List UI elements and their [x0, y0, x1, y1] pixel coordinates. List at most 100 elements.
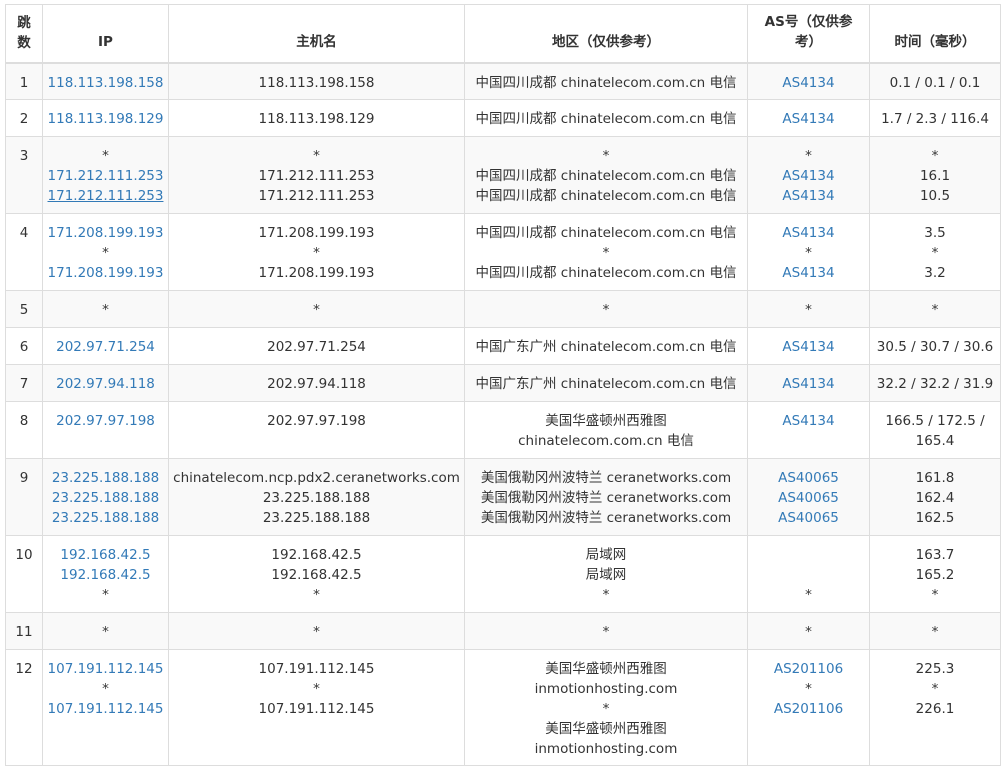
ip-link[interactable]: 23.225.188.188: [43, 488, 168, 508]
time-cell: * 16.1 10.5: [869, 136, 1001, 214]
table-row: 5 * * * * *: [5, 290, 1001, 328]
time-text: *: [931, 587, 939, 603]
as-text: *: [805, 624, 812, 640]
ip-link[interactable]: 23.225.188.188: [43, 508, 168, 528]
region-text: 中国广东广州 chinatelecom.com.cn 电信: [475, 376, 737, 392]
region-text: *: [602, 701, 610, 717]
ip-cell: 202.97.94.118: [42, 364, 169, 402]
hop-cell: 3: [5, 136, 43, 214]
region-text: chinatelecom.com.cn 电信: [518, 433, 694, 449]
as-link[interactable]: AS40065: [748, 468, 869, 488]
hop-cell: 5: [5, 290, 43, 328]
region-text: 美国俄勒冈州波特兰 ceranetworks.com: [480, 510, 732, 526]
region-text: 美国俄勒冈州波特兰 ceranetworks.com: [480, 490, 732, 506]
region-text: 中国四川成都 chinatelecom.com.cn 电信: [475, 74, 737, 91]
hop-cell: 7: [5, 364, 43, 402]
ip-link[interactable]: 192.168.42.5: [43, 565, 168, 585]
region-cell: 美国俄勒冈州波特兰 ceranetworks.com 美国俄勒冈州波特兰 cera…: [464, 458, 748, 536]
as-link[interactable]: AS4134: [748, 411, 869, 431]
as-link[interactable]: AS4134: [748, 186, 869, 206]
as-link[interactable]: AS40065: [748, 488, 869, 508]
region-text: 美国华盛顿州西雅图: [545, 661, 667, 677]
ip-link[interactable]: 107.191.112.145: [43, 699, 168, 719]
ip-cell: *: [42, 612, 169, 650]
host-text: 107.191.112.145: [258, 661, 375, 677]
hop-cell: 8: [5, 401, 43, 459]
ip-link[interactable]: 23.225.188.188: [43, 468, 168, 488]
time-text: *: [931, 624, 939, 640]
as-link[interactable]: AS40065: [748, 508, 869, 528]
time-text: 32.2 / 32.2 / 31.9: [876, 376, 994, 392]
as-link[interactable]: AS4134: [748, 374, 869, 394]
ip-link[interactable]: 171.212.111.253: [43, 186, 168, 206]
as-link[interactable]: AS4134: [748, 223, 869, 243]
ip-text: *: [102, 245, 109, 261]
region-cell: 中国广东广州 chinatelecom.com.cn 电信: [464, 327, 748, 365]
as-link[interactable]: AS201106: [748, 659, 869, 679]
time-text: 225.3: [915, 661, 955, 677]
host-text: 202.97.97.198: [267, 413, 366, 429]
ip-link[interactable]: 171.208.199.193: [43, 263, 168, 283]
ip-text: *: [102, 302, 109, 318]
ip-link[interactable]: 118.113.198.158: [43, 73, 168, 93]
ip-cell: 202.97.71.254: [42, 327, 169, 365]
table-header-row: 跳数 IP 主机名 地区（仅供参考） AS号（仅供参考） 时间（毫秒）: [5, 4, 1001, 64]
region-text: 中国四川成都 chinatelecom.com.cn 电信: [475, 225, 737, 241]
ip-link[interactable]: 171.212.111.253: [43, 166, 168, 186]
table-row: 6 202.97.71.254 202.97.71.254 中国广东广州 chinat…: [5, 327, 1001, 365]
header-host: 主机名: [168, 4, 465, 64]
hop-cell: 10: [5, 535, 43, 613]
ip-link[interactable]: 202.97.71.254: [43, 337, 168, 357]
as-cell: AS4134: [747, 62, 870, 100]
table-row: 10 192.168.42.5 192.168.42.5 * 192.168.42.5 1…: [5, 535, 1001, 613]
region-text: 美国华盛顿州西雅图: [545, 413, 667, 429]
host-cell: 118.113.198.158: [168, 62, 465, 100]
ip-link[interactable]: 202.97.97.198: [43, 411, 168, 431]
table-row: 4 171.208.199.193 * 171.208.199.193 171.208.…: [5, 213, 1001, 291]
as-link[interactable]: AS4134: [748, 73, 869, 93]
as-link[interactable]: AS4134: [748, 263, 869, 283]
time-text: 3.2: [924, 265, 946, 281]
time-cell: 163.7 165.2 *: [869, 535, 1001, 613]
region-cell: 美国华盛顿州西雅图 inmotionhosting.com * 美国华盛顿州西雅图 in…: [464, 649, 748, 766]
as-link[interactable]: AS4134: [748, 109, 869, 129]
region-cell: 局域网 局域网 *: [464, 535, 748, 613]
header-region: 地区（仅供参考）: [464, 4, 748, 64]
as-cell: AS4134: [747, 327, 870, 365]
as-link[interactable]: AS4134: [748, 166, 869, 186]
region-cell: 美国华盛顿州西雅图 chinatelecom.com.cn 电信: [464, 401, 748, 459]
time-text: 16.1: [919, 168, 951, 184]
host-cell: chinatelecom.ncp.pdx2.ceranetworks.com 23…: [168, 458, 465, 536]
table-row: 12 107.191.112.145 * 107.191.112.145 107.191…: [5, 649, 1001, 766]
host-text: *: [313, 587, 320, 603]
region-cell: * 中国四川成都 chinatelecom.com.cn 电信 中国四川成都 chi…: [464, 136, 748, 214]
host-text: chinatelecom.ncp.pdx2.ceranetworks.com: [173, 470, 460, 486]
ip-link[interactable]: 107.191.112.145: [43, 659, 168, 679]
ip-link[interactable]: 192.168.42.5: [43, 545, 168, 565]
hop-cell: 9: [5, 458, 43, 536]
as-cell: * AS4134 AS4134: [747, 136, 870, 214]
region-text: 局域网: [585, 567, 627, 583]
time-cell: 32.2 / 32.2 / 31.9: [869, 364, 1001, 402]
region-text: 美国华盛顿州西雅图: [545, 721, 667, 737]
as-link[interactable]: AS4134: [748, 337, 869, 357]
host-cell: 202.97.71.254: [168, 327, 465, 365]
hop-cell: 6: [5, 327, 43, 365]
time-cell: 0.1 / 0.1 / 0.1: [869, 62, 1001, 100]
ip-link[interactable]: 171.208.199.193: [43, 223, 168, 243]
host-cell: 171.208.199.193 * 171.208.199.193: [168, 213, 465, 291]
as-text: *: [805, 681, 812, 697]
header-as: AS号（仅供参考）: [747, 4, 870, 64]
ip-link[interactable]: 118.113.198.129: [43, 109, 168, 129]
table-row: 8 202.97.97.198 202.97.97.198 美国华盛顿州西雅图 chin…: [5, 401, 1001, 459]
as-link[interactable]: AS201106: [748, 699, 869, 719]
time-cell: 225.3 * 226.1: [869, 649, 1001, 766]
ip-cell: 202.97.97.198: [42, 401, 169, 459]
region-text: *: [602, 148, 610, 164]
as-cell: AS201106 * AS201106: [747, 649, 870, 766]
time-text: *: [931, 245, 939, 261]
region-text: inmotionhosting.com: [534, 741, 678, 757]
table-body: 1 118.113.198.158 118.113.198.158 中国四川成都 ch…: [5, 62, 1001, 766]
ip-link[interactable]: 202.97.94.118: [43, 374, 168, 394]
region-text: *: [602, 302, 610, 318]
